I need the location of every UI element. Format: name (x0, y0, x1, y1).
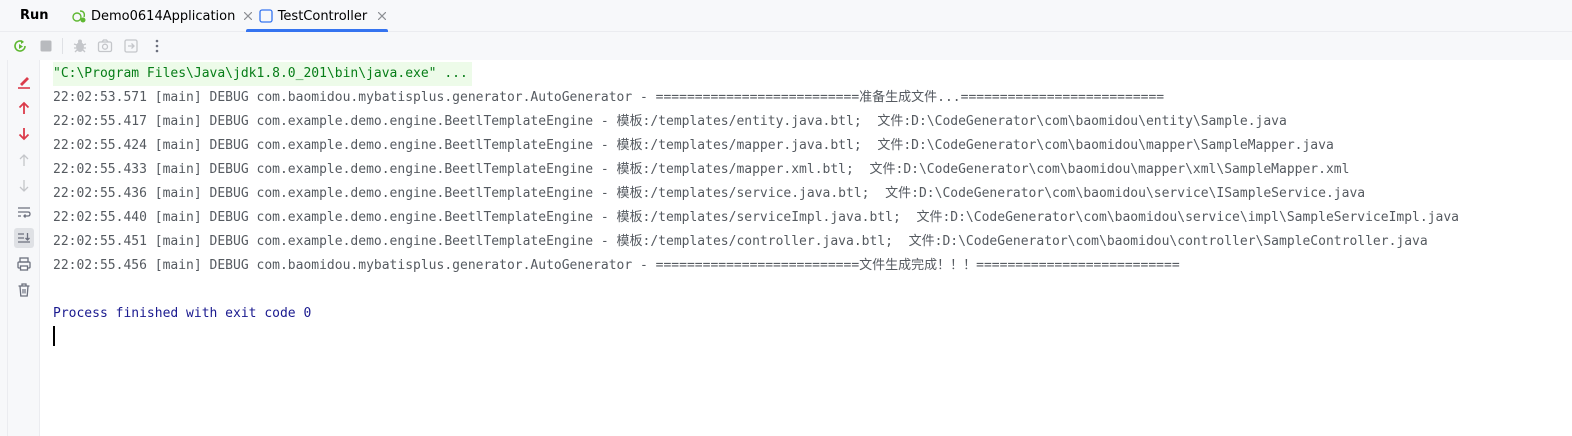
tab-demo0614application[interactable]: Demo0614Application (66, 0, 253, 32)
console-log-line: 22:02:55.424 [main] DEBUG com.example.de… (53, 138, 1334, 153)
tab-testcontroller[interactable]: TestController (246, 0, 388, 32)
console-log-line: 22:02:55.451 [main] DEBUG com.example.de… (53, 234, 1428, 249)
console-command-line: "C:\Program Files\Java\jdk1.8.0_201\bin\… (53, 62, 472, 86)
soft-wrap-icon[interactable] (14, 202, 34, 222)
scroll-down-icon[interactable] (14, 124, 34, 144)
exit-icon[interactable] (123, 38, 139, 54)
process-exit-message: Process finished with exit code 0 (53, 306, 312, 321)
run-toolbar (0, 32, 1572, 60)
scroll-to-end-icon[interactable] (14, 228, 34, 248)
clear-console-icon[interactable] (14, 72, 34, 92)
console-log-line: 22:02:55.456 [main] DEBUG com.baomidou.m… (53, 258, 1180, 273)
next-occurrence-icon[interactable] (14, 176, 34, 196)
toolbar-separator (62, 38, 63, 54)
rerun-icon[interactable] (12, 38, 28, 54)
gutter-edge (0, 60, 8, 436)
close-icon[interactable] (376, 10, 388, 22)
console-output[interactable]: "C:\Program Files\Java\jdk1.8.0_201\bin\… (41, 60, 1572, 436)
print-icon[interactable] (14, 254, 34, 274)
camera-icon[interactable] (97, 38, 113, 54)
debug-icon[interactable] (72, 38, 88, 54)
trash-icon[interactable] (14, 280, 34, 300)
spring-boot-icon (71, 8, 87, 24)
console-log-line: 22:02:53.571 [main] DEBUG com.baomidou.m… (53, 90, 1165, 105)
console-log-line: 22:02:55.436 [main] DEBUG com.example.de… (53, 186, 1366, 201)
text-caret (53, 326, 55, 346)
tab-label: Demo0614Application (91, 8, 236, 24)
console-log-line: 22:02:55.440 [main] DEBUG com.example.de… (53, 210, 1460, 225)
tab-label: TestController (277, 8, 368, 24)
more-options-icon[interactable] (149, 38, 165, 54)
run-tool-window: Run Demo0614Application TestController "… (0, 0, 1572, 436)
stop-icon[interactable] (38, 38, 54, 54)
scroll-up-icon[interactable] (14, 98, 34, 118)
run-tab-bar: Run Demo0614Application TestController (0, 0, 1572, 32)
java-class-icon (258, 8, 274, 24)
run-label: Run (20, 8, 49, 23)
previous-occurrence-icon[interactable] (14, 150, 34, 170)
console-log-line: 22:02:55.433 [main] DEBUG com.example.de… (53, 162, 1350, 177)
console-log-line: 22:02:55.417 [main] DEBUG com.example.de… (53, 114, 1287, 129)
